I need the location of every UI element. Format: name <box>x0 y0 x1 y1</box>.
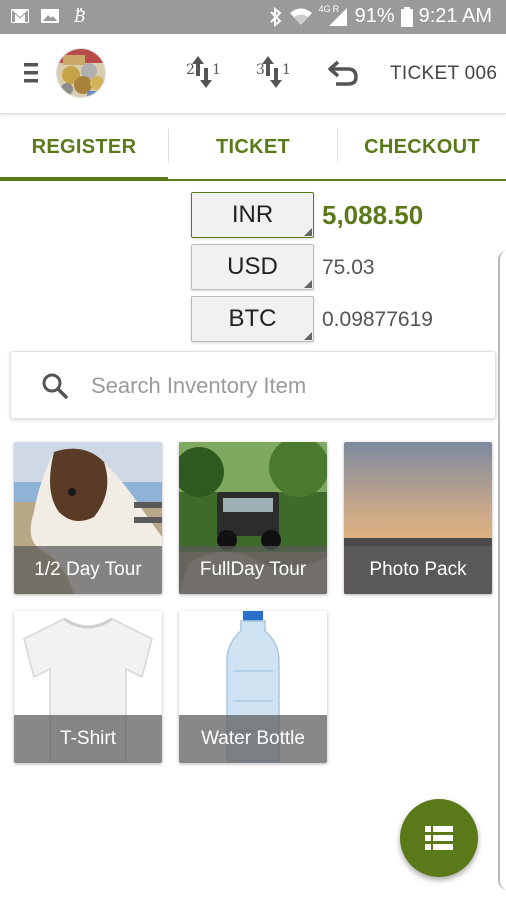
currency-usd-value: 75.03 <box>322 256 375 279</box>
currency-usd-button[interactable]: USD <box>191 244 314 290</box>
edge-scroll-indicator <box>498 250 506 890</box>
item-label: Photo Pack <box>344 546 492 594</box>
tab-ticket[interactable]: TICKET <box>169 115 337 179</box>
bluetooth-icon <box>269 6 282 27</box>
item-label: T-Shirt <box>14 715 162 763</box>
gmail-icon <box>11 9 29 23</box>
item-label: FullDay Tour <box>179 546 327 594</box>
svg-text:B: B <box>73 7 86 25</box>
image-icon <box>41 9 59 23</box>
status-bar: B 4G R 91% 9:21 AM <box>0 0 506 34</box>
status-bar-notifications: B <box>10 7 90 25</box>
signal-bars-icon <box>328 7 347 26</box>
item-label: 1/2 Day Tour <box>14 546 162 594</box>
status-bar-system: 4G R 91% 9:21 AM <box>269 4 492 28</box>
avatar[interactable] <box>56 48 106 98</box>
item-tile-photo-pack[interactable]: Photo Pack <box>344 442 492 594</box>
bitcoin-icon: B <box>73 7 86 25</box>
sort-ascending-icon[interactable]: 2 1 <box>184 52 224 92</box>
battery-percent: 91% <box>354 5 395 27</box>
list-icon <box>425 826 453 850</box>
search-icon <box>42 373 68 399</box>
currency-btc-button[interactable]: BTC <box>191 296 314 342</box>
list-view-fab[interactable] <box>400 799 478 877</box>
tab-register[interactable]: REGISTER <box>0 115 168 181</box>
undo-icon[interactable] <box>326 56 360 90</box>
sort-desc-bottom-digit: 1 <box>282 62 291 78</box>
signal-icon: 4G R <box>319 4 349 28</box>
tab-checkout[interactable]: CHECKOUT <box>338 115 506 179</box>
item-tile-water-bottle[interactable]: Water Bottle <box>179 611 327 763</box>
battery-icon <box>400 6 413 27</box>
wifi-icon <box>289 8 312 25</box>
coins-avatar-image <box>57 49 105 97</box>
item-tile-full-day-tour[interactable]: FullDay Tour <box>179 442 327 594</box>
sort-desc-top-digit: 3 <box>256 62 265 78</box>
search-bar <box>10 351 496 419</box>
currency-btc-value: 0.09877619 <box>322 308 433 331</box>
item-tile-half-day-tour[interactable]: 1/2 Day Tour <box>14 442 162 594</box>
app-bar: 2 1 3 1 TICKET 006 <box>0 34 506 114</box>
item-tile-t-shirt[interactable]: T-Shirt <box>14 611 162 763</box>
item-label: Water Bottle <box>179 715 327 763</box>
currency-inr-button[interactable]: INR <box>191 192 314 238</box>
clock: 9:21 AM <box>418 5 492 27</box>
sort-asc-bottom-digit: 1 <box>212 62 221 78</box>
sort-descending-icon[interactable]: 3 1 <box>254 52 294 92</box>
search-input[interactable] <box>91 366 481 406</box>
currency-inr-value: 5,088.50 <box>322 200 424 230</box>
sort-asc-top-digit: 2 <box>186 62 195 78</box>
menu-icon[interactable] <box>22 60 42 86</box>
ticket-title: TICKET 006 <box>390 63 498 84</box>
tab-bar: REGISTER TICKET CHECKOUT <box>0 115 506 181</box>
